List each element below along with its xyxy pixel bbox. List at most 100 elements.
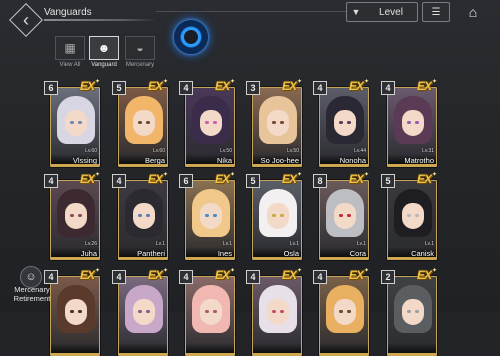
ex-badge: EX	[282, 172, 297, 186]
ex-badge: EX	[215, 172, 230, 186]
portrait-face	[65, 203, 87, 229]
portrait-eye	[70, 121, 74, 124]
card-frame-bar	[186, 353, 234, 355]
star-grade-badge: 3	[246, 81, 260, 95]
portrait-face	[402, 203, 424, 229]
portrait-eye	[280, 214, 284, 217]
character-name: Pantheri	[137, 249, 165, 258]
card-frame-bar	[119, 353, 167, 355]
portrait-face	[133, 299, 155, 325]
character-grid: Lv.60 Vlssing 6 EX ✦ Lv.60 Berga 5 EX ✦ Lv.50 Nika 4…	[0, 0, 500, 356]
character-name: So Joo-hee	[260, 156, 299, 165]
sparkle-icon: ✦	[230, 268, 236, 274]
star-grade-badge: 4	[313, 270, 327, 284]
character-name: Berga	[144, 156, 165, 165]
sparkle-icon: ✦	[230, 172, 236, 178]
portrait-eye	[205, 214, 209, 217]
portrait-face	[65, 299, 87, 325]
character-level: Lv.1	[155, 241, 165, 247]
sparkle-icon: ✦	[364, 79, 370, 85]
sparkle-icon: ✦	[432, 268, 438, 274]
character-name: Matrotho	[404, 156, 434, 165]
ex-badge: EX	[349, 268, 364, 282]
sparkle-icon: ✦	[297, 172, 303, 178]
character-name: Osla	[283, 249, 299, 258]
star-grade-badge: 5	[381, 174, 395, 188]
ex-badge: EX	[148, 268, 163, 282]
character-card[interactable]: Lv.60 Berga	[118, 87, 168, 167]
mercenary-retirement-icon: ☺	[25, 271, 37, 283]
character-name: Nonoha	[339, 156, 366, 165]
star-grade-badge: 4	[246, 270, 260, 284]
sparkle-icon: ✦	[364, 268, 370, 274]
star-grade-badge: 6	[44, 81, 58, 95]
card-frame-bar	[253, 353, 301, 355]
character-card[interactable]: Lv.26 Juha	[50, 180, 100, 260]
portrait-eye	[339, 121, 343, 124]
portrait-eye	[146, 214, 150, 217]
character-name: Canisk	[411, 249, 434, 258]
character-level: Lv.44	[354, 148, 366, 154]
character-level: Lv.1	[424, 241, 434, 247]
character-name: Vlssing	[72, 156, 97, 165]
character-card[interactable]	[252, 276, 302, 356]
character-name: Cora	[349, 249, 366, 258]
portrait-eye	[415, 121, 419, 124]
card-frame-bar	[388, 353, 436, 355]
character-level: Lv.60	[153, 148, 165, 154]
character-card[interactable]: Lv.60 Vlssing	[50, 87, 100, 167]
portrait-face	[267, 299, 289, 325]
character-name: Ines	[217, 249, 232, 258]
portrait-eye	[280, 121, 284, 124]
portrait-face	[200, 110, 222, 136]
character-card[interactable]: Lv.1 Pantheri	[118, 180, 168, 260]
portrait-eye	[213, 121, 217, 124]
character-card[interactable]: Lv.1 Osla	[252, 180, 302, 260]
star-grade-badge: 4	[44, 174, 58, 188]
star-grade-badge: 4	[179, 270, 193, 284]
ex-badge: EX	[417, 268, 432, 282]
ex-badge: EX	[282, 268, 297, 282]
portrait-face	[334, 299, 356, 325]
ex-badge: EX	[417, 79, 432, 93]
portrait-face	[133, 110, 155, 136]
portrait-eye	[407, 121, 411, 124]
star-grade-badge: 5	[112, 81, 126, 95]
portrait-eye	[205, 121, 209, 124]
ex-badge: EX	[417, 172, 432, 186]
character-card[interactable]: Lv.31 Matrotho	[387, 87, 437, 167]
ex-badge: EX	[80, 268, 95, 282]
sparkle-icon: ✦	[163, 268, 169, 274]
character-card[interactable]	[319, 276, 369, 356]
portrait-eye	[347, 121, 351, 124]
character-level: Lv.50	[220, 148, 232, 154]
character-card[interactable]: Lv.1 Ines	[185, 180, 235, 260]
sparkle-icon: ✦	[95, 79, 101, 85]
ex-badge: EX	[148, 79, 163, 93]
character-card[interactable]: Lv.1 Canisk	[387, 180, 437, 260]
card-frame-bar	[51, 353, 99, 355]
character-card[interactable]	[118, 276, 168, 356]
character-card[interactable]: Lv.50 So Joo-hee	[252, 87, 302, 167]
ex-badge: EX	[349, 172, 364, 186]
sparkle-icon: ✦	[297, 79, 303, 85]
ex-badge: EX	[215, 268, 230, 282]
ex-badge: EX	[80, 79, 95, 93]
character-card[interactable]	[387, 276, 437, 356]
character-name: Nika	[216, 156, 232, 165]
portrait-face	[402, 299, 424, 325]
portrait-eye	[78, 121, 82, 124]
sparkle-icon: ✦	[95, 268, 101, 274]
character-card[interactable]: Lv.44 Nonoha	[319, 87, 369, 167]
portrait-eye	[138, 121, 142, 124]
mercenary-retirement-label[interactable]: Mercenary Retirement	[4, 285, 60, 303]
portrait-eye	[407, 214, 411, 217]
character-level: Lv.26	[85, 241, 97, 247]
ex-badge: EX	[282, 79, 297, 93]
character-card[interactable]: Lv.1 Cora	[319, 180, 369, 260]
character-card[interactable]	[185, 276, 235, 356]
portrait-face	[65, 110, 87, 136]
star-grade-badge: 4	[313, 81, 327, 95]
character-card[interactable]: Lv.50 Nika	[185, 87, 235, 167]
card-frame-bar	[320, 353, 368, 355]
